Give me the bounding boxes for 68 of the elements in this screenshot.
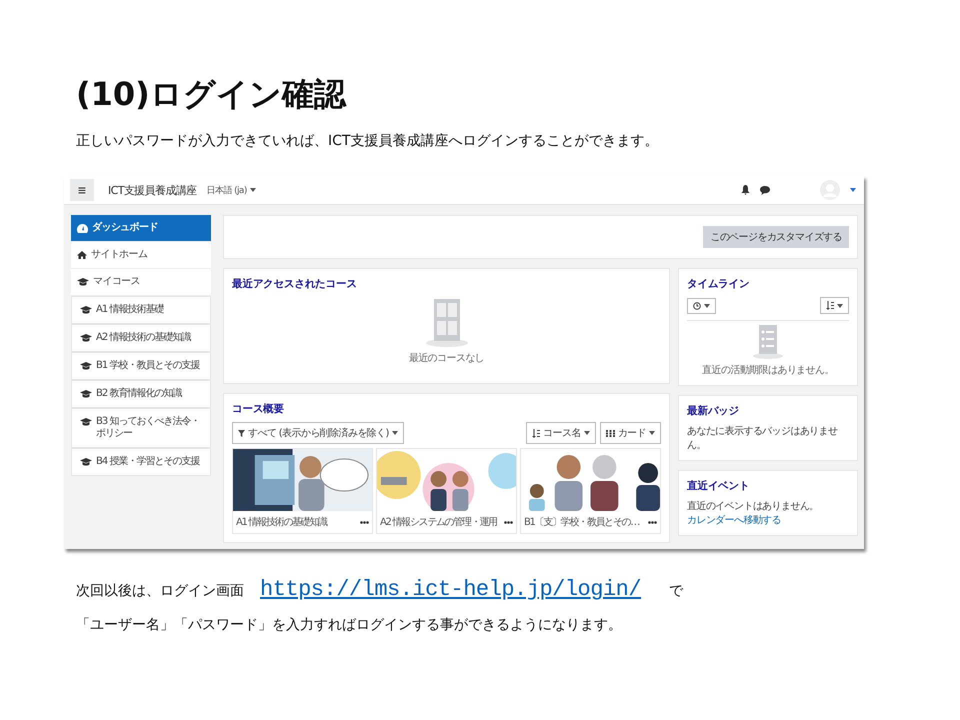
empty-message: 最近のコースなし [408,352,486,365]
gauge-icon [77,224,88,233]
list-icon [753,325,783,359]
caret-icon [392,431,398,435]
caret-icon [250,188,256,192]
course-card[interactable]: A2 情報システムの管理・運用 [376,448,517,534]
empty-message: 直近の活動期限はありません。 [701,364,835,377]
card-title: 最新バッジ [687,404,740,418]
clock-icon [693,302,701,310]
view-dropdown[interactable]: カード [600,422,661,444]
sort-icon [532,428,540,438]
grid-icon [606,430,615,436]
graduation-cap-icon [80,362,92,370]
customize-page-button[interactable]: このページをカスタマイズする [703,226,849,248]
card-title: 直近イベント [687,479,750,493]
sidebar-item[interactable]: B2 教育情報化の知識 [71,380,211,408]
date-filter-dropdown[interactable] [687,298,716,314]
sidebar-item[interactable]: マイコース [71,269,211,296]
caret-icon [584,431,590,435]
sidebar-item[interactable]: A1 情報技術基礎 [71,296,211,324]
more-icon[interactable] [648,520,657,524]
language-menu[interactable]: 日本語 (ja) [206,184,256,196]
outro-text: 「ユーザー名」「パスワード」を入力すればログインする事ができるようになります。 [76,616,623,634]
graduation-cap-icon [80,306,92,314]
caret-icon [704,304,710,308]
graduation-cap-icon [80,458,92,466]
filter-icon [238,430,245,436]
caret-icon [837,304,843,308]
caret-icon[interactable] [850,188,856,192]
course-name[interactable]: A2 情報システムの管理・運用 [380,515,497,529]
sidebar-item[interactable]: B1 学校・教員とその支援 [71,352,211,380]
particle-text: で [669,582,684,600]
badges-message: あなたに表示するバッジはありません。 [687,424,838,452]
events-message: 直近のイベントはありません。 [687,500,820,513]
calendar-link[interactable]: カレンダーへ移動する [687,513,849,527]
chat-icon[interactable] [760,186,770,194]
bell-icon[interactable] [741,185,750,195]
home-icon [77,251,87,259]
course-name[interactable]: A1 情報技術の基礎知識 [236,515,327,529]
course-card[interactable]: B1〔支〕学校・教員とその… [520,448,661,534]
sort-dropdown[interactable]: コース名 [526,422,596,444]
graduation-cap-icon [80,418,92,426]
more-icon[interactable] [504,520,513,524]
menu-button[interactable]: ≡ [70,179,94,201]
site-name[interactable]: ICT支援員養成講座 [108,182,197,198]
sort-dropdown[interactable] [820,297,849,314]
intro-text: 正しいパスワードが入力できていれば、ICT支援員養成講座へログインすることができます。 [76,132,660,150]
course-card[interactable]: A1 情報技術の基礎知識 [232,448,373,534]
next-time-text: 次回以後は、ログイン画面 [76,582,244,600]
course-name[interactable]: B1〔支〕学校・教員とその… [524,515,640,529]
slide-title: (10)ログイン確認 [76,74,348,115]
caret-icon [649,431,655,435]
sidebar-item[interactable]: A2 情報技術の基礎知識 [71,324,211,352]
card-title: コース概要 [232,402,286,416]
course-grid-icon [426,299,468,347]
graduation-cap-icon [80,390,92,398]
sort-icon [826,301,834,310]
graduation-cap-icon [80,334,92,342]
card-title: 最近アクセスされたコース [232,277,358,291]
sidebar-item[interactable]: B3 知っておくべき法令・ポリシー [71,408,211,448]
graduation-cap-icon [77,278,89,286]
sidebar-item[interactable]: ダッシュボード [71,215,211,242]
login-url-link[interactable]: https://lms.ict-help.jp/login/ [260,577,642,602]
more-icon[interactable] [360,520,369,524]
sidebar-item[interactable]: B4 授業・学習とその支援 [71,448,211,476]
sidebar-item[interactable]: サイトホーム [71,242,211,269]
card-title: タイムライン [687,277,750,291]
filter-dropdown[interactable]: すべて (表示から削除済みを除く) [232,422,404,444]
